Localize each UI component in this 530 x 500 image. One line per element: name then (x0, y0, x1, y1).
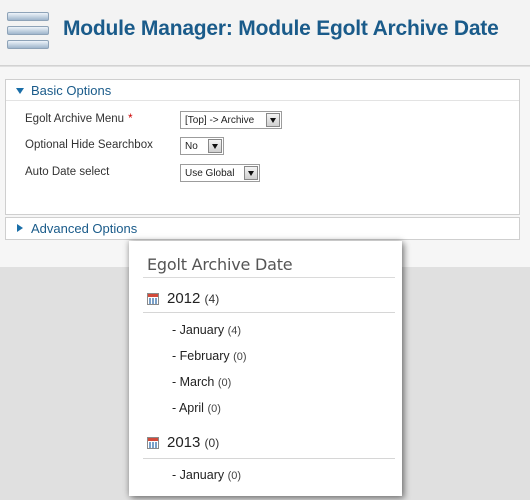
triangle-down-icon (16, 88, 24, 94)
advanced-options-panel: Advanced Options (5, 217, 520, 240)
calendar-icon (147, 437, 159, 449)
divider (143, 277, 395, 278)
hide-searchbox-select[interactable]: No (180, 137, 224, 155)
basic-options-title: Basic Options (31, 83, 112, 98)
year-2012-link[interactable]: 2012 (4) (147, 290, 387, 310)
triangle-right-icon (17, 224, 23, 232)
auto-date-label: Auto Date select (25, 166, 110, 178)
divider (143, 312, 395, 313)
hide-searchbox-label: Optional Hide Searchbox (25, 139, 153, 151)
page-title: Module Manager: Module Egolt Archive Dat… (63, 17, 499, 40)
year-label: 2012 (4) (167, 290, 220, 307)
toolbar-header: Module Manager: Module Egolt Archive Dat… (0, 0, 530, 66)
option-row-archive-menu: Egolt Archive Menu * [Top] -> Archive (25, 111, 505, 131)
option-row-hide-searchbox: Optional Hide Searchbox No (25, 137, 505, 157)
archive-menu-value: [Top] -> Archive (185, 115, 255, 126)
archive-menu-select[interactable]: [Top] -> Archive (180, 111, 282, 129)
chevron-down-icon (244, 166, 258, 180)
basic-options-panel: Basic Options Egolt Archive Menu * [Top] … (5, 79, 520, 215)
hide-searchbox-value: No (185, 141, 198, 152)
advanced-options-toggle[interactable]: Advanced Options (6, 218, 519, 239)
archive-menu-label: Egolt Archive Menu * (25, 113, 133, 125)
divider (143, 458, 395, 459)
year-label: 2013 (0) (167, 434, 220, 451)
auto-date-select[interactable]: Use Global (180, 164, 260, 182)
calendar-icon (147, 293, 159, 305)
widget-title: Egolt Archive Date (147, 255, 293, 274)
advanced-options-title: Advanced Options (31, 221, 138, 236)
month-link[interactable]: - March (0) (172, 375, 231, 389)
required-asterisk: * (128, 113, 133, 125)
month-link[interactable]: - January (4) (172, 323, 241, 337)
module-manager-icon (7, 10, 49, 52)
month-link[interactable]: - February (0) (172, 349, 247, 363)
basic-options-toggle[interactable]: Basic Options (6, 80, 519, 101)
option-row-auto-date: Auto Date select Use Global (25, 164, 505, 184)
module-config-area: Basic Options Egolt Archive Menu * [Top] … (0, 67, 530, 267)
archive-widget-preview: Egolt Archive Date 2012 (4) - January (4… (129, 241, 402, 496)
month-link[interactable]: - January (0) (172, 468, 241, 482)
chevron-down-icon (208, 139, 222, 153)
chevron-down-icon (266, 113, 280, 127)
month-link[interactable]: - April (0) (172, 401, 221, 415)
auto-date-value: Use Global (185, 168, 235, 179)
year-2013-link[interactable]: 2013 (0) (147, 434, 387, 454)
